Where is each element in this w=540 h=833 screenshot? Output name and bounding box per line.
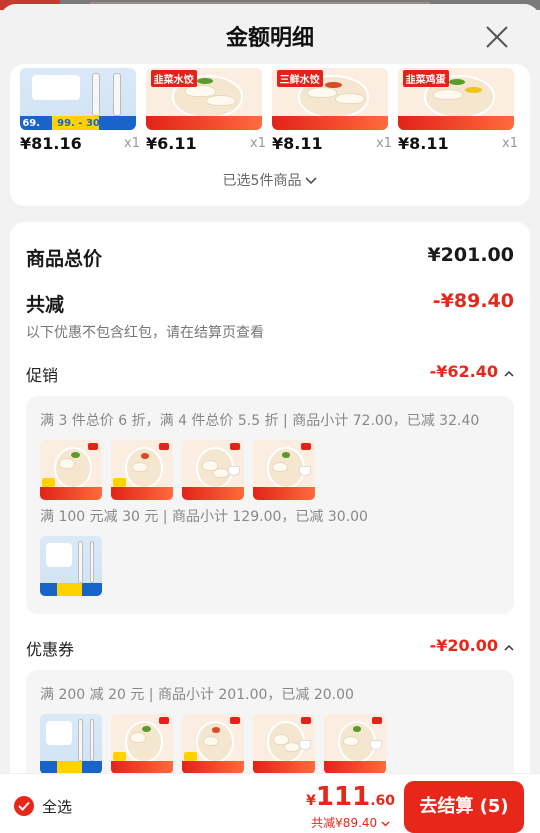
coupon-label: 优惠券	[26, 640, 75, 659]
select-all-label[interactable]: 全选	[42, 796, 72, 817]
pay-reduce-text: 共减¥89.40	[311, 816, 378, 830]
product-qty: x1	[124, 136, 140, 151]
product-mini-thumbnail[interactable]	[182, 714, 244, 774]
pay-amount-decimal: .60	[370, 793, 395, 809]
reduce-value: -¥89.40	[432, 290, 514, 312]
product-item[interactable]: 韭菜水饺 ¥6.11 x1	[146, 68, 266, 156]
product-thumbnail: 韭菜水饺	[146, 68, 262, 130]
product-qty: x1	[250, 136, 266, 151]
product-qty: x1	[376, 136, 392, 151]
selected-count-toggle[interactable]: 已选5件商品	[10, 170, 530, 190]
page-title: 金额明细	[225, 26, 314, 51]
promotion-toggle[interactable]: -¥62.40	[430, 362, 514, 381]
total-value: ¥201.00	[427, 244, 514, 266]
product-mini-thumbnail[interactable]	[182, 440, 244, 500]
close-button[interactable]	[484, 24, 510, 50]
select-all-checkbox[interactable]	[14, 796, 34, 816]
chevron-down-icon	[381, 816, 390, 830]
checkout-button[interactable]: 去结算 (5)	[404, 781, 524, 833]
product-thumbnail: 三鲜水饺	[272, 68, 388, 130]
close-icon	[486, 26, 508, 48]
thumb-price-text: 99. - 30	[57, 118, 100, 130]
product-thumbnail: 69. 99. - 30	[20, 68, 136, 130]
product-mini-thumbnail[interactable]	[40, 536, 102, 596]
coupon-value: -¥20.00	[429, 636, 498, 655]
coupon-rule: 满 200 减 20 元 | 商品小计 201.00，已减 20.00	[40, 687, 354, 703]
promotion-thumbs	[40, 536, 102, 596]
product-item[interactable]: 69. 99. - 30 ¥81.16 x1	[20, 68, 140, 156]
product-price: ¥81.16	[20, 134, 82, 153]
product-qty: x1	[502, 136, 518, 151]
pay-amount: ¥111.60	[306, 782, 395, 812]
promotion-rule: 满 100 元减 30 元 | 商品小计 129.00，已减 30.00	[40, 509, 368, 525]
product-thumbnail: 韭菜鸡蛋	[398, 68, 514, 130]
product-mini-thumbnail[interactable]	[40, 714, 102, 774]
product-mini-thumbnail[interactable]	[111, 440, 173, 500]
product-mini-thumbnail[interactable]	[40, 440, 102, 500]
amount-detail-card: 商品总价 ¥201.00 共减 -¥89.40 以下优惠不包含红包，请在结算页查…	[10, 222, 530, 833]
coupon-toggle[interactable]: -¥20.00	[430, 636, 514, 655]
reduce-note: 以下优惠不包含红包，请在结算页查看	[26, 325, 264, 341]
pay-reduce-toggle[interactable]: 共减¥89.40	[311, 814, 390, 831]
thumb-label: 三鲜水饺	[276, 70, 323, 88]
thumb-label: 韭菜鸡蛋	[402, 70, 449, 88]
sheet-header: 金额明细	[0, 4, 540, 68]
product-item[interactable]: 韭菜鸡蛋 ¥8.11 x1	[398, 68, 518, 156]
total-label: 商品总价	[26, 248, 103, 270]
pay-amount-integer: 111	[315, 782, 371, 812]
thumb-label: 韭菜水饺	[150, 70, 197, 88]
promotion-rule: 满 3 件总价 6 折，满 4 件总价 5.5 折 | 商品小计 72.00，已…	[40, 413, 480, 429]
product-mini-thumbnail[interactable]	[253, 440, 315, 500]
promotion-value: -¥62.40	[429, 362, 498, 381]
chevron-down-icon	[305, 173, 318, 189]
reduce-label: 共减	[26, 294, 65, 316]
product-price: ¥8.11	[398, 134, 449, 153]
thumb-price-text: 69.	[22, 118, 41, 130]
selected-count-text: 已选5件商品	[222, 173, 302, 189]
checkout-bar: 全选 ¥111.60 共减¥89.40 去结算 (5)	[0, 773, 540, 833]
promotion-label: 促销	[26, 366, 59, 385]
products-card: 69. 99. - 30 ¥81.16 x1 韭菜水饺 ¥6.11 x1 三鲜水…	[10, 64, 530, 206]
product-mini-thumbnail[interactable]	[111, 714, 173, 774]
product-mini-thumbnail[interactable]	[324, 714, 386, 774]
check-icon	[18, 801, 30, 811]
promotion-detail-box: 满 3 件总价 6 折，满 4 件总价 5.5 折 | 商品小计 72.00，已…	[26, 396, 514, 614]
product-mini-thumbnail[interactable]	[253, 714, 315, 774]
product-item[interactable]: 三鲜水饺 ¥8.11 x1	[272, 68, 392, 156]
amount-detail-sheet: 金额明细 69. 99. - 30 ¥81.16 x1 韭菜水饺 ¥6.11 x…	[0, 4, 540, 833]
chevron-up-icon	[504, 640, 514, 654]
promotion-thumbs	[40, 440, 315, 500]
product-price: ¥6.11	[146, 134, 197, 153]
chevron-up-icon	[504, 366, 514, 380]
product-price: ¥8.11	[272, 134, 323, 153]
coupon-thumbs	[40, 714, 386, 774]
